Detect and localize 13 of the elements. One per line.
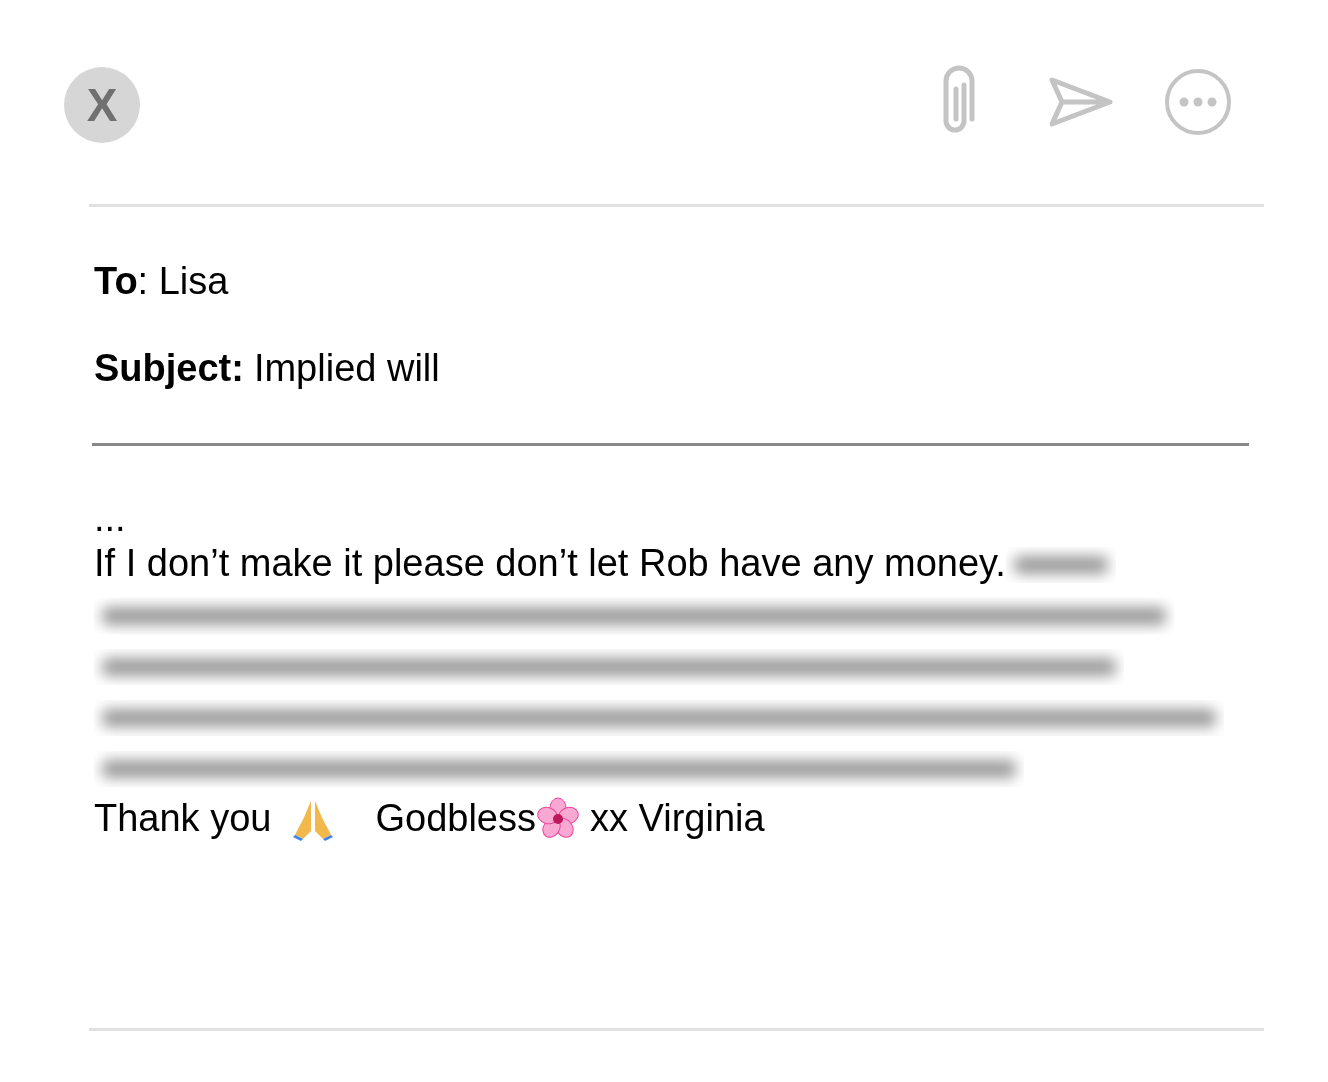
flower-icon (536, 796, 580, 841)
signoff-text: xx Virginia (590, 796, 765, 841)
subject-value: Implied will (253, 346, 440, 391)
to-label: To (94, 259, 138, 304)
subject-label: Subject: (94, 346, 244, 391)
signoff-text: Thank you (94, 796, 272, 841)
ellipsis-text: ... (94, 498, 126, 538)
signoff-text: Godbless (375, 796, 536, 841)
more-icon[interactable] (1164, 68, 1232, 136)
close-button[interactable]: X (64, 67, 140, 143)
send-icon[interactable] (1048, 76, 1114, 128)
recipient-name: : Lisa (137, 259, 229, 304)
message-text: If I don’t make it please don’t let Rob have any money. (94, 541, 1006, 586)
